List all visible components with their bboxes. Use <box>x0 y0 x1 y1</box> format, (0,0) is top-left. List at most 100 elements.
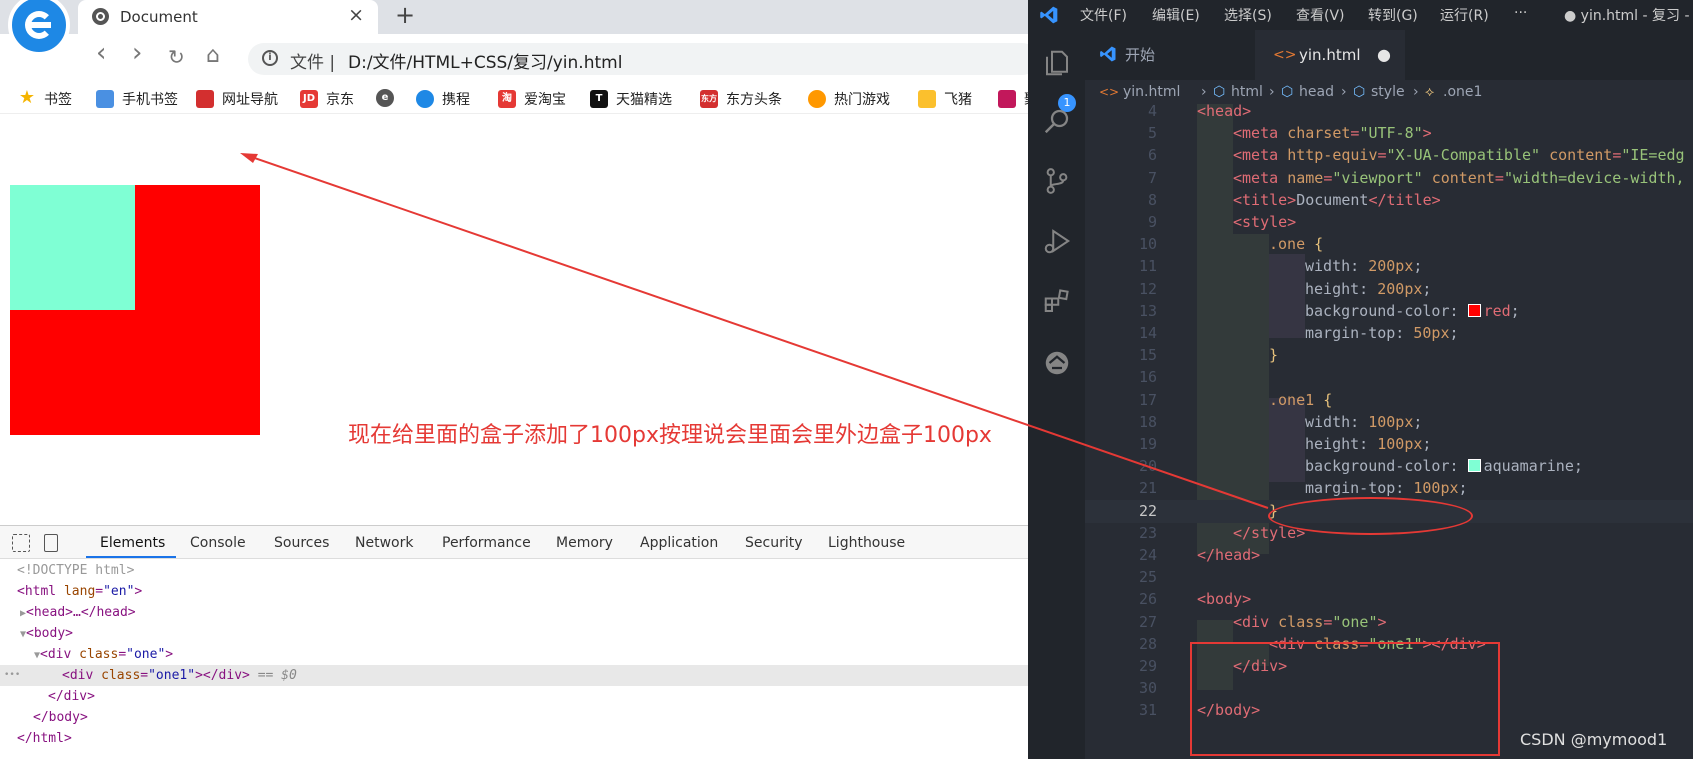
bookmark-item[interactable]: e <box>376 89 402 107</box>
bookmark-item[interactable]: 淘爱淘宝 <box>498 89 566 109</box>
dom-node[interactable]: </div> <box>0 686 1028 707</box>
new-tab-button[interactable]: + <box>395 1 415 29</box>
bookmarks-bar: ★ 书签 手机书签 网址导航 JD 京东 e 携程 淘爱淘宝 T 天猫精选 东方 东方头… <box>0 84 1028 114</box>
code-line[interactable]: 16 <box>1085 366 1693 390</box>
tab-elements[interactable]: Elements <box>100 535 165 551</box>
code-token: ; <box>1413 412 1423 431</box>
menu-edit[interactable]: 编辑(E) <box>1152 5 1200 25</box>
tab-yin-html[interactable]: <> yin.html ● <box>1255 30 1405 80</box>
tab-memory[interactable]: Memory <box>556 535 613 551</box>
color-swatch-icon[interactable] <box>1467 303 1481 317</box>
run-debug-icon[interactable] <box>1042 226 1072 256</box>
code-line[interactable]: 4 <head> <box>1085 100 1693 124</box>
tab-sources[interactable]: Sources <box>274 535 329 551</box>
home-icon[interactable]: ⌂ <box>206 43 220 68</box>
bookmark-item[interactable]: 热门游戏 <box>808 89 890 109</box>
menu-run[interactable]: 运行(R) <box>1440 5 1489 25</box>
dom-node[interactable]: ▼<body> <box>0 623 1028 644</box>
more-icon[interactable]: ••• <box>4 665 20 686</box>
code-line[interactable]: 19 height: 100px; <box>1085 433 1693 457</box>
code-token: "IE=edg <box>1621 146 1685 165</box>
color-swatch-icon[interactable] <box>1467 459 1481 473</box>
menu-view[interactable]: 查看(V) <box>1296 5 1345 25</box>
code-token: "one" <box>1332 612 1378 631</box>
tab-network[interactable]: Network <box>355 535 413 551</box>
active-tab-indicator <box>86 556 176 558</box>
tab-console[interactable]: Console <box>190 535 246 551</box>
device-toolbar-icon[interactable] <box>44 534 58 552</box>
info-icon[interactable]: i <box>262 50 278 66</box>
forward-icon[interactable]: › <box>132 38 142 68</box>
dom-node[interactable]: </html> <box>0 728 1028 749</box>
extensions-icon[interactable] <box>1042 286 1072 316</box>
game-icon <box>808 90 826 108</box>
tab-performance[interactable]: Performance <box>442 535 531 551</box>
bookmark-item[interactable]: 聚 <box>998 89 1028 109</box>
bookmark-item[interactable]: T 天猫精选 <box>590 89 672 109</box>
bookmark-item[interactable]: 东方 东方头条 <box>700 89 782 109</box>
code-token: 100px <box>1368 412 1414 431</box>
dom-node[interactable]: ▼<div class="one"> <box>0 644 1028 665</box>
code-line[interactable]: 25 <box>1085 566 1693 590</box>
bookmark-item[interactable]: 手机书签 <box>96 89 178 109</box>
tab-security[interactable]: Security <box>745 535 803 551</box>
back-icon[interactable]: ‹ <box>96 38 106 68</box>
code-line[interactable]: 9 <style> <box>1085 211 1693 235</box>
bookmark-item[interactable]: 携程 <box>416 89 470 109</box>
menu-more[interactable]: ··· <box>1514 5 1527 21</box>
window-title: ● yin.html - 复习 - V <box>1564 8 1693 24</box>
reload-icon[interactable]: ↻ <box>168 45 185 69</box>
dom-node[interactable]: <!DOCTYPE html> <box>0 560 1028 581</box>
dom-node[interactable]: ▶<head>…</head> <box>0 602 1028 623</box>
code-line[interactable]: 24 </head> <box>1085 544 1693 568</box>
bookmark-item[interactable]: JD 京东 <box>300 89 354 109</box>
code-line[interactable]: 5 <meta charset="UTF-8"> <box>1085 122 1693 146</box>
phone-icon <box>96 90 114 108</box>
code-line[interactable]: 27 <div class="one"> <box>1085 611 1693 635</box>
bookmark-item[interactable]: 网址导航 <box>196 89 278 109</box>
menu-file[interactable]: 文件(F) <box>1080 5 1127 25</box>
close-icon[interactable]: × <box>348 4 364 26</box>
code-line[interactable]: 7 <meta name="viewport" content="width=de… <box>1085 167 1693 191</box>
ju-icon <box>998 90 1016 108</box>
remote-icon[interactable] <box>1042 348 1072 378</box>
code-line[interactable]: 26 <body> <box>1085 588 1693 612</box>
code-line[interactable]: 13 background-color: red; <box>1085 300 1693 324</box>
code-line[interactable]: 14 margin-top: 50px; <box>1085 322 1693 346</box>
code-token: width: <box>1305 412 1360 431</box>
source-control-icon[interactable] <box>1042 166 1072 196</box>
explorer-icon[interactable] <box>1042 48 1072 78</box>
tab-welcome[interactable]: 开始 <box>1085 30 1255 80</box>
code-line[interactable]: 12 height: 200px; <box>1085 278 1693 302</box>
tab-application[interactable]: Application <box>640 535 718 551</box>
code-line[interactable]: 20 background-color: aquamarine; <box>1085 455 1693 479</box>
tab-document[interactable]: Document × <box>78 0 378 34</box>
unsaved-dot-icon[interactable]: ● <box>1377 30 1391 80</box>
code-line[interactable]: 18 width: 100px; <box>1085 411 1693 435</box>
code-text: height: 200px; <box>1305 278 1431 302</box>
bookmark-item[interactable]: 飞猪 <box>918 89 972 109</box>
code-line[interactable]: 17 .one1 { <box>1085 389 1693 413</box>
code-token: <meta <box>1233 124 1279 143</box>
address-input[interactable]: i 文件 | D:/文件/HTML+CSS/复习/yin.html <box>248 43 1028 75</box>
inspect-icon[interactable] <box>12 534 30 552</box>
bookmark-item[interactable]: ★ 书签 <box>18 89 72 109</box>
code-line[interactable]: 8 <title>Document</title> <box>1085 189 1693 213</box>
menu-go[interactable]: 转到(G) <box>1368 5 1418 25</box>
search-icon[interactable] <box>1042 106 1072 136</box>
dom-node-selected[interactable]: ••• <div class="one1"></div> == $0 <box>0 665 1028 686</box>
line-number: 12 <box>1138 279 1157 298</box>
code-line[interactable]: 15} <box>1085 344 1693 368</box>
dom-node[interactable]: <html lang="en"> <box>0 581 1028 602</box>
code-line[interactable]: 10 .one { <box>1085 233 1693 257</box>
code-token: <div <box>1233 612 1270 631</box>
code-line[interactable]: 6 <meta http-equiv="X-UA-Compatible" cont… <box>1085 144 1693 168</box>
tab-lighthouse[interactable]: Lighthouse <box>828 535 905 551</box>
dom-node[interactable]: </body> <box>0 707 1028 728</box>
code-token: 50px <box>1413 324 1450 342</box>
menu-selection[interactable]: 选择(S) <box>1224 5 1272 25</box>
code-token: "width=device-width, <box>1503 168 1685 187</box>
address-label: 文件 | <box>290 53 336 73</box>
inner-box <box>10 185 135 310</box>
code-line[interactable]: 11 width: 200px; <box>1085 255 1693 279</box>
